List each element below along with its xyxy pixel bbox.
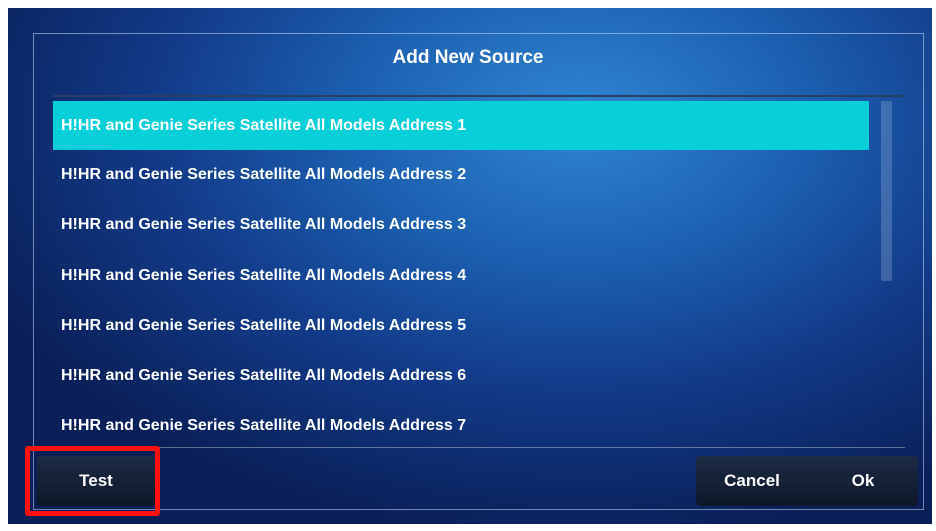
frame-right-edge	[932, 0, 936, 531]
dialog-title: Add New Source	[392, 47, 544, 68]
ok-button[interactable]: Ok	[808, 456, 918, 506]
cancel-button[interactable]: Cancel	[696, 456, 808, 506]
list-item-address-7[interactable]: H!HR and Genie Series Satellite All Mode…	[53, 401, 869, 445]
list-scrollbar[interactable]	[881, 101, 892, 281]
frame-left-edge	[0, 0, 8, 531]
list-item-address-2[interactable]: H!HR and Genie Series Satellite All Mode…	[53, 150, 869, 200]
list-item-address-6[interactable]: H!HR and Genie Series Satellite All Mode…	[53, 351, 869, 401]
source-list[interactable]: H!HR and Genie Series Satellite All Mode…	[53, 101, 869, 445]
list-divider	[53, 95, 905, 97]
frame-top-edge	[0, 0, 936, 8]
list-item-address-3[interactable]: H!HR and Genie Series Satellite All Mode…	[53, 200, 869, 250]
list-item-address-4[interactable]: H!HR and Genie Series Satellite All Mode…	[53, 251, 869, 301]
list-item-address-5[interactable]: H!HR and Genie Series Satellite All Mode…	[53, 301, 869, 351]
test-button[interactable]: Test	[37, 456, 155, 506]
list-item-address-1[interactable]: H!HR and Genie Series Satellite All Mode…	[53, 101, 869, 150]
frame-bottom-edge	[0, 524, 936, 531]
footer-divider	[53, 447, 905, 448]
